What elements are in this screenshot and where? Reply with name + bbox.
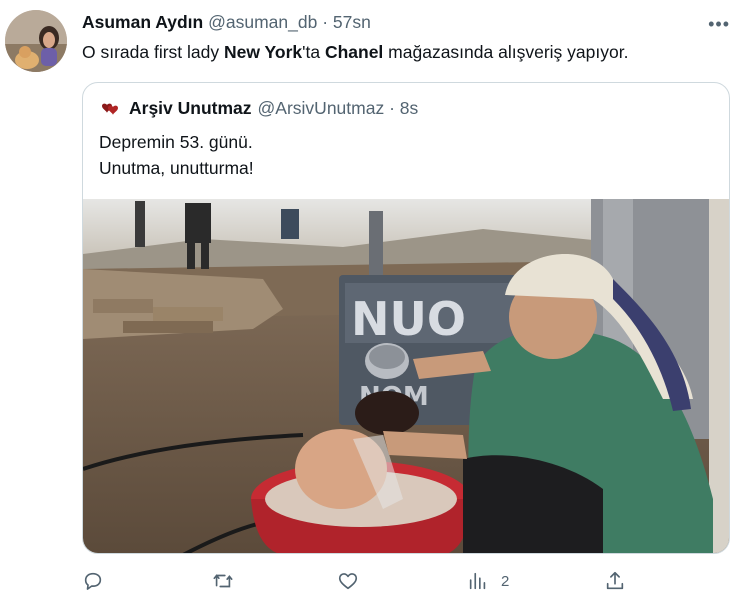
- reply-button[interactable]: [82, 570, 116, 592]
- author-handle[interactable]: @asuman_db: [208, 12, 317, 32]
- more-options-icon[interactable]: •••: [708, 14, 730, 35]
- quoted-tweet-photo[interactable]: NUO NOM: [83, 199, 730, 554]
- action-bar: 2: [82, 570, 642, 598]
- tweet-text-part: O sırada first lady: [82, 42, 224, 62]
- retweet-button[interactable]: [212, 570, 246, 592]
- quoted-tweet-text: Depremin 53. günü. Unutma, unutturma!: [99, 129, 254, 181]
- quoted-author-logo-icon[interactable]: [99, 99, 119, 119]
- like-button[interactable]: [337, 570, 371, 592]
- author-name[interactable]: Asuman Aydın: [82, 12, 203, 32]
- views-button[interactable]: 2: [467, 570, 509, 592]
- quoted-tweet[interactable]: Arşiv Unutmaz @ArsivUnutmaz · 8s Depremi…: [82, 82, 730, 554]
- quoted-tweet-header: Arşiv Unutmaz @ArsivUnutmaz · 8s: [99, 98, 418, 119]
- heart-icon: [338, 573, 358, 590]
- views-count: 2: [501, 572, 510, 590]
- separator-dot: ·: [322, 12, 329, 32]
- tweet-text-bold-new-york: New York: [224, 42, 303, 62]
- tweet-text: O sırada first lady New York'ta Chanel m…: [82, 42, 628, 63]
- quoted-tweet-time[interactable]: 8s: [400, 98, 418, 119]
- sign-lettering: NUO: [351, 292, 466, 346]
- author-avatar[interactable]: [5, 10, 67, 72]
- tweet-text-part: mağazasında alışveriş yapıyor.: [383, 42, 629, 62]
- tweet-text-bold-chanel: Chanel: [324, 42, 384, 62]
- views-chart-icon: [469, 572, 486, 590]
- tweet-header: Asuman Aydın @asuman_db · 57sn: [82, 12, 371, 33]
- reply-icon: [84, 572, 102, 590]
- share-button[interactable]: [604, 570, 638, 592]
- quoted-text-line: Unutma, unutturma!: [99, 158, 254, 178]
- quoted-text-line: Depremin 53. günü.: [99, 132, 253, 152]
- separator-dot: ·: [389, 98, 395, 118]
- quoted-author-name[interactable]: Arşiv Unutmaz: [129, 98, 252, 119]
- avatar-photo: [5, 10, 67, 72]
- quoted-author-handle[interactable]: @ArsivUnutmaz: [258, 98, 385, 119]
- tweet-text-part: 'ta: [302, 42, 325, 62]
- retweet-icon: [213, 574, 233, 588]
- share-icon: [606, 571, 624, 590]
- tweet-time[interactable]: 57sn: [333, 12, 371, 32]
